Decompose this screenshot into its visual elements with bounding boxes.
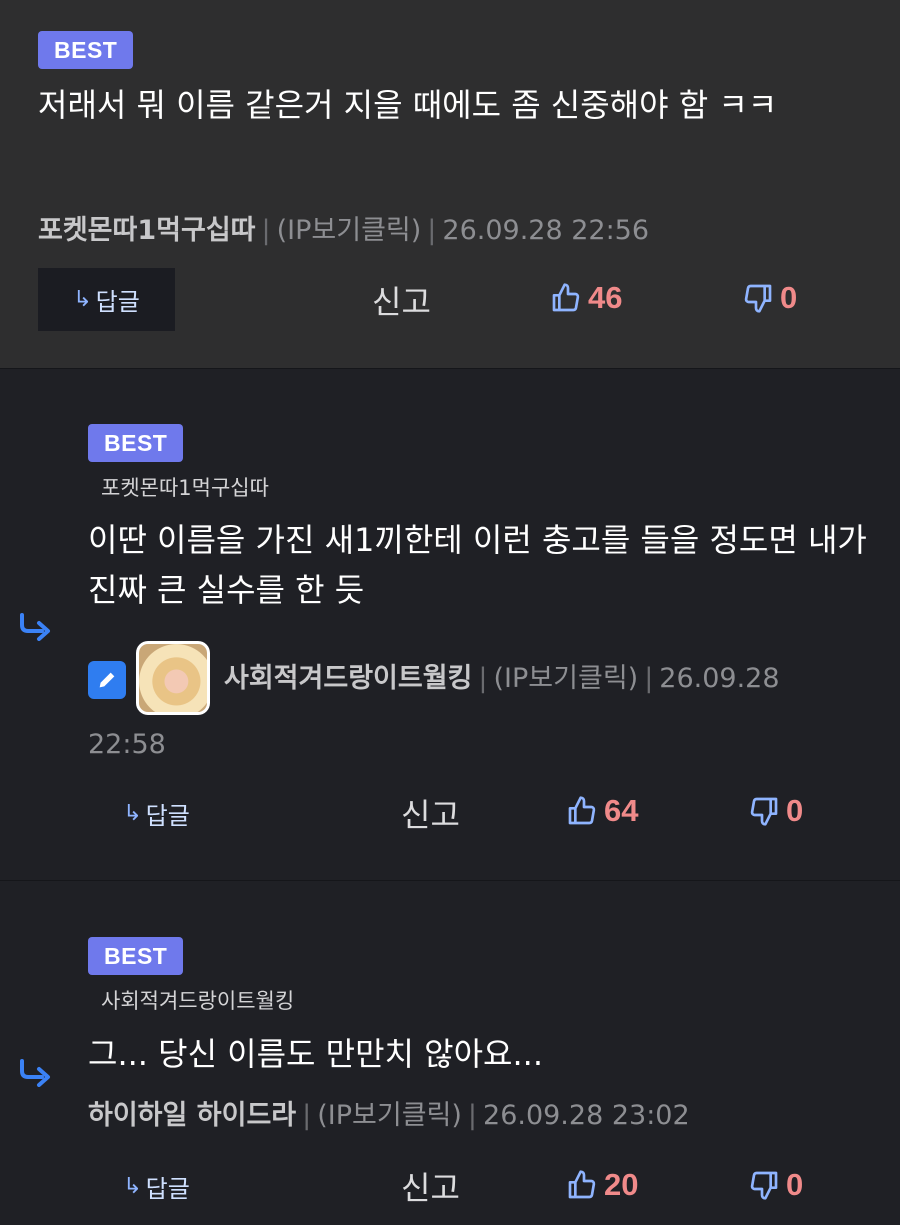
dislike-count: 0 [780, 280, 798, 315]
best-badge: BEST [88, 937, 184, 975]
comment-meta: 포켓몬따1먹구십따 | (IP보기클릭) | 26.09.28 22:56 [38, 215, 650, 246]
like-button[interactable]: 46 [550, 280, 622, 316]
comment-2: BEST 포켓몬따1먹구십따 이딴 이름을 가진 새1끼한테 이런 충고를 들을… [0, 368, 900, 881]
reply-label: 답글 [95, 288, 140, 316]
thumbs-up-icon [566, 795, 598, 827]
comment-1: BEST 저래서 뭐 이름 같은거 지을 때에도 좀 신중해야 함 ㅋㅋ 포켓몬… [0, 0, 900, 368]
reply-arrow-icon: ↳ [123, 1174, 142, 1199]
comment-text: 저래서 뭐 이름 같은거 지을 때에도 좀 신중해야 함 ㅋㅋ [38, 86, 778, 124]
dislike-button[interactable]: 0 [748, 1167, 803, 1203]
avatar[interactable] [136, 641, 210, 715]
like-button[interactable]: 20 [566, 1167, 638, 1203]
dislike-button[interactable]: 0 [742, 280, 797, 316]
thumbs-down-icon [742, 282, 774, 314]
reply-button[interactable]: ↳ 답글 [38, 268, 175, 331]
author-name[interactable]: 포켓몬따1먹구십따 [38, 215, 256, 246]
reply-label: 답글 [145, 1175, 190, 1203]
timestamp: 26.09.28 23:02 [483, 1100, 690, 1131]
reply-button[interactable]: ↳ 답글 [88, 1155, 225, 1218]
dislike-button[interactable]: 0 [748, 793, 803, 829]
reply-arrow-icon: ↳ [73, 287, 92, 312]
dislike-count: 0 [786, 1167, 804, 1202]
dislike-count: 0 [786, 793, 804, 828]
reply-button[interactable]: ↳ 답글 [88, 782, 225, 845]
comment-text: 이딴 이름을 가진 새1끼한테 이런 충고를 들을 정도면 내가 진짜 큰 실수… [88, 521, 867, 609]
like-count: 46 [588, 280, 623, 315]
like-count: 64 [604, 793, 639, 828]
reply-arrow-icon [18, 1057, 52, 1091]
reply-to-author: 포켓몬따1먹구십따 [101, 476, 269, 500]
thumbs-up-icon [550, 282, 582, 314]
timestamp-date: 26.09.28 [659, 663, 780, 694]
thumbs-up-icon [566, 1169, 598, 1201]
timestamp: 26.09.28 22:56 [442, 215, 650, 246]
comment-text: 그... 당신 이름도 만만치 않아요... [88, 1035, 543, 1073]
reply-arrow-icon [18, 611, 52, 645]
ip-link[interactable]: (IP보기클릭) [317, 1100, 462, 1131]
comment-meta: 사회적겨드랑이트월킹 | (IP보기클릭) | 26.09.28 [224, 663, 780, 694]
reply-to-author: 사회적겨드랑이트월킹 [101, 989, 295, 1013]
comment-meta: 하이하일 하이드라 | (IP보기클릭) | 26.09.28 23:02 [88, 1100, 690, 1131]
reply-arrow-icon: ↳ [123, 801, 142, 826]
best-badge: BEST [38, 31, 134, 69]
thumbs-down-icon [748, 795, 780, 827]
ip-link[interactable]: (IP보기클릭) [494, 663, 639, 694]
reply-label: 답글 [145, 802, 190, 830]
report-button[interactable]: 신고 [401, 1163, 460, 1209]
report-button[interactable]: 신고 [372, 277, 431, 323]
best-badge: BEST [88, 424, 184, 462]
pencil-icon [88, 661, 126, 699]
author-name[interactable]: 사회적겨드랑이트월킹 [224, 663, 472, 694]
like-count: 20 [604, 1167, 639, 1202]
author-name[interactable]: 하이하일 하이드라 [88, 1100, 296, 1131]
report-button[interactable]: 신고 [401, 790, 460, 836]
like-button[interactable]: 64 [566, 793, 638, 829]
comment-3: BEST 사회적겨드랑이트월킹 그... 당신 이름도 만만치 않아요... 하… [0, 880, 900, 1225]
ip-link[interactable]: (IP보기클릭) [277, 215, 422, 246]
timestamp-clock: 22:58 [88, 729, 166, 760]
thumbs-down-icon [748, 1169, 780, 1201]
